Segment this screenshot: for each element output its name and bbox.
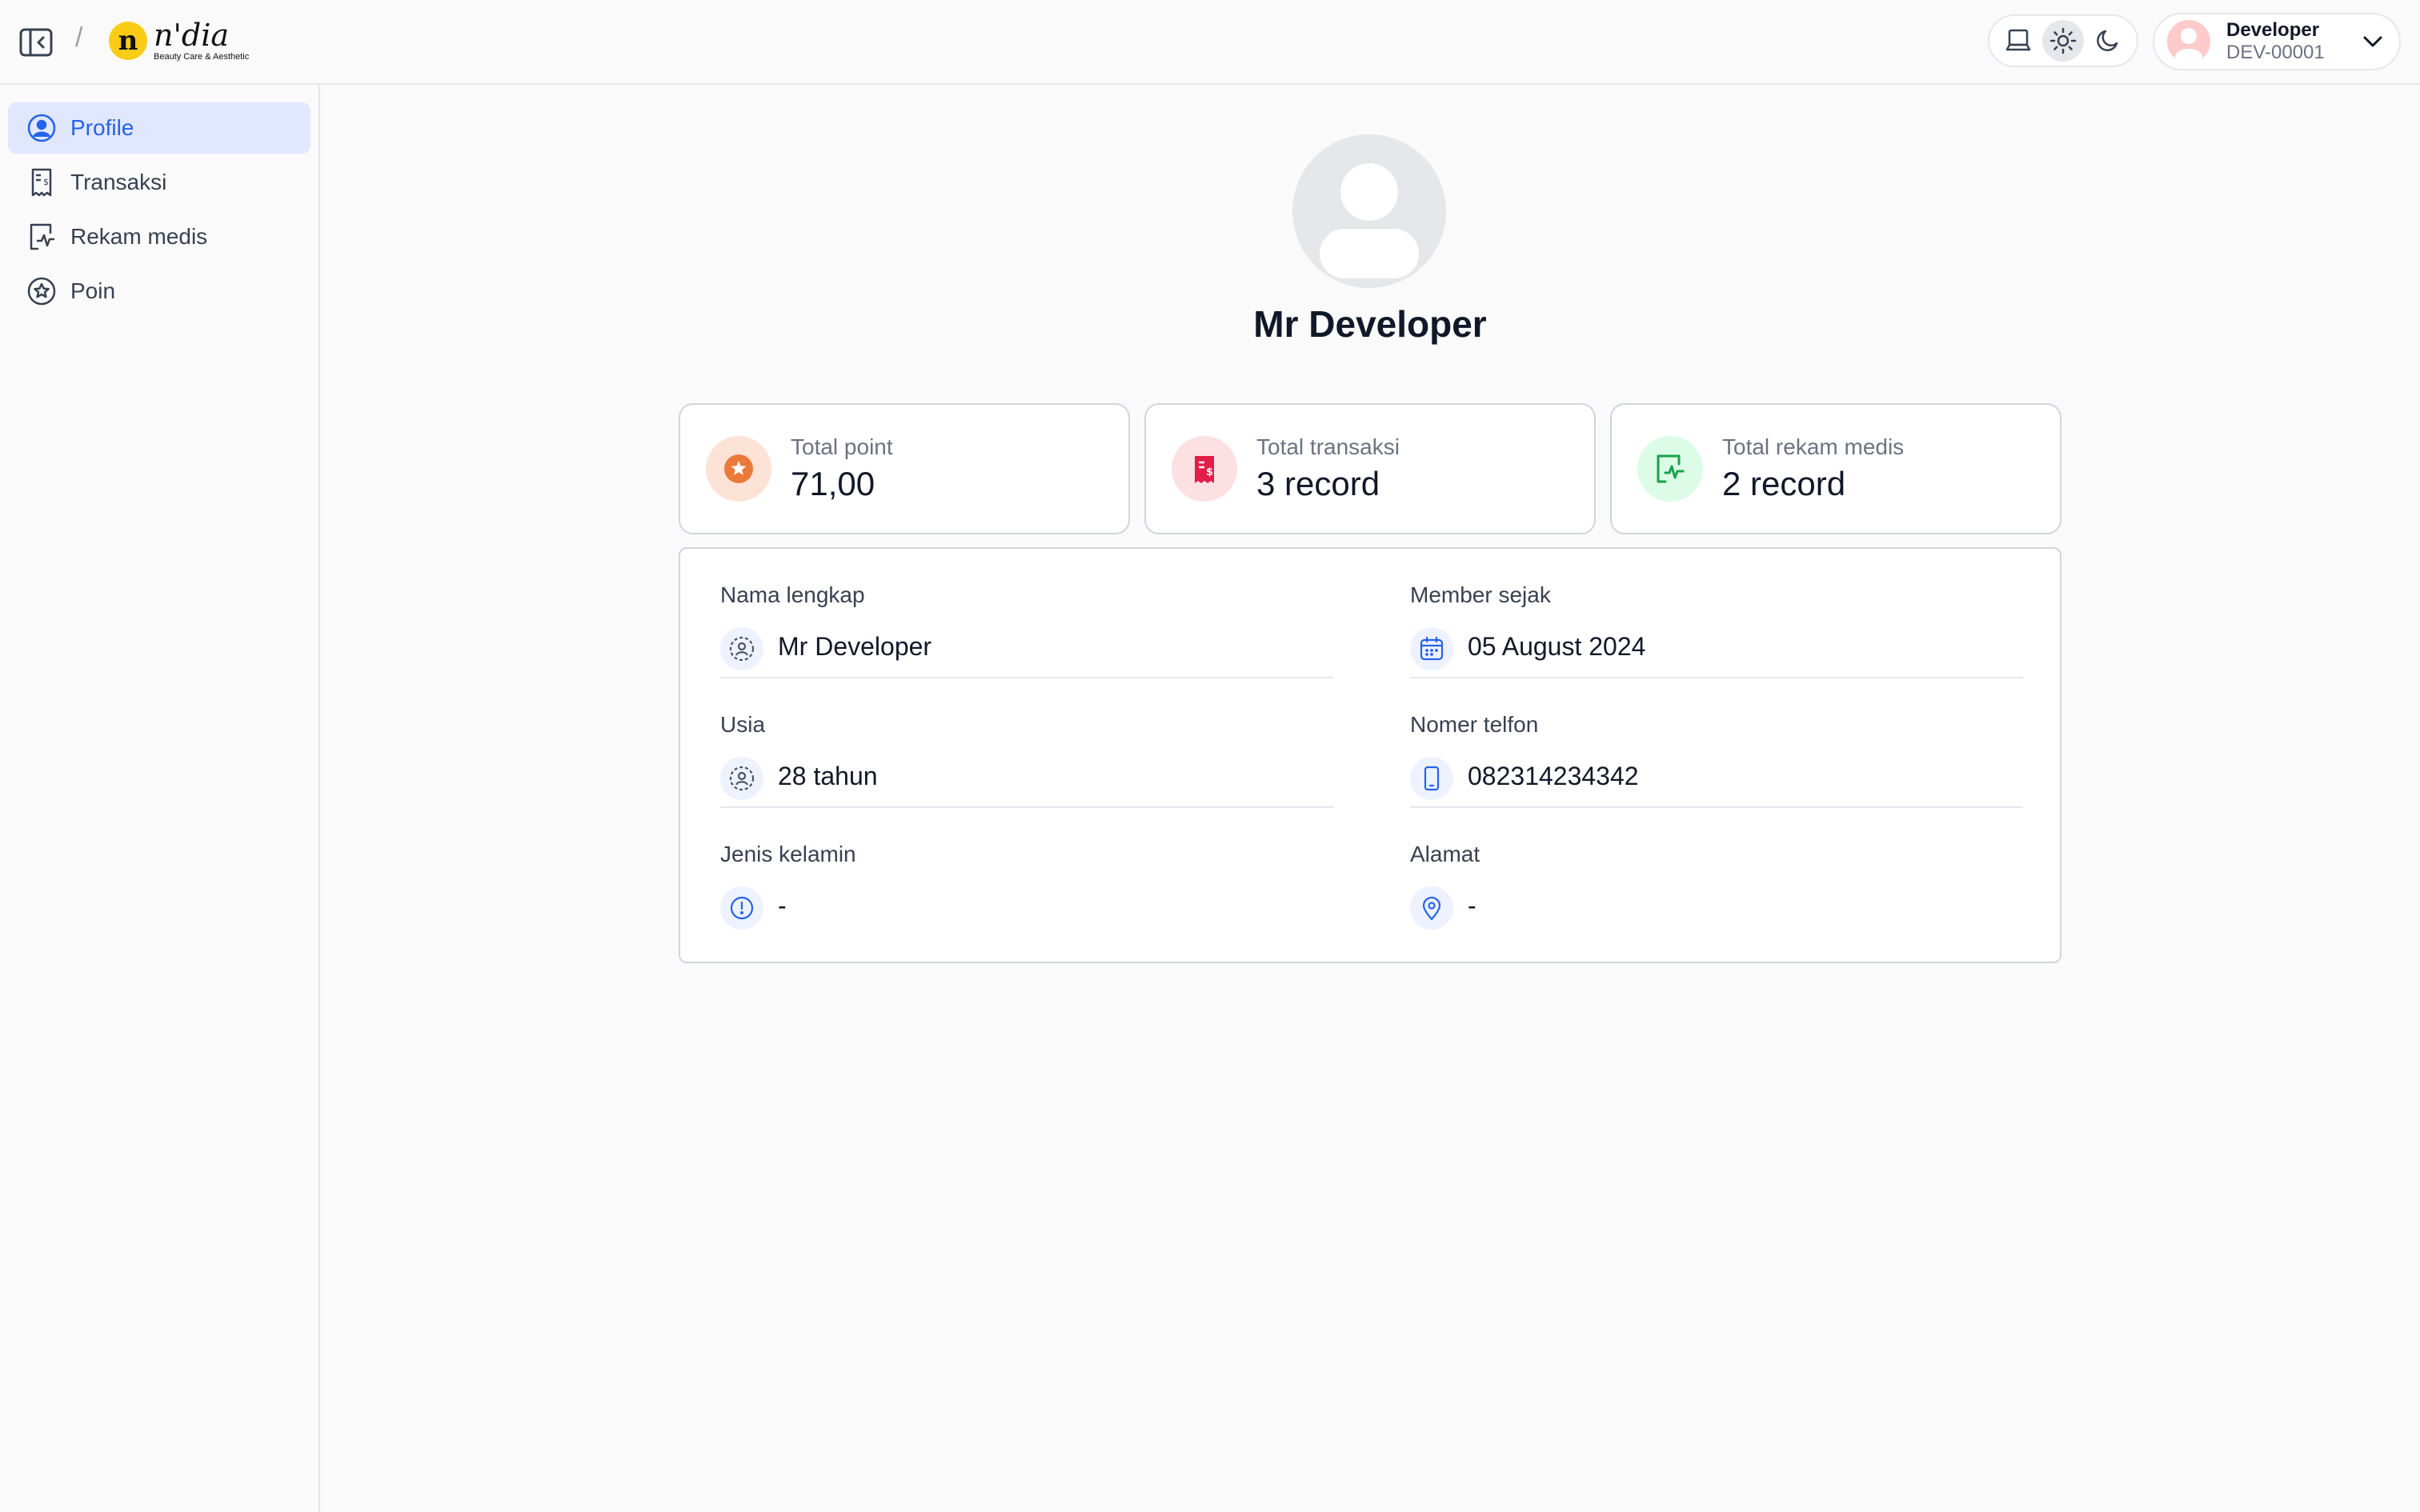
field-label: Usia	[720, 712, 766, 737]
profile-details-card: Nama lengkap Mr Developer Member sejak 0…	[679, 547, 2061, 963]
theme-system-button[interactable]	[1997, 20, 2039, 62]
star-icon	[706, 436, 771, 502]
chevron-down-icon	[2363, 36, 2382, 47]
theme-light-button[interactable]	[2042, 20, 2084, 62]
logo-tagline: Beauty Care & Aesthetic	[154, 52, 250, 62]
sidebar: Profile $ Transaksi Rekam medis Poin	[0, 85, 320, 1512]
medical-record-icon	[1637, 436, 1703, 502]
field-age: Usia 28 tahun	[720, 678, 1333, 808]
field-value: -	[1468, 891, 1476, 920]
brand-logo[interactable]: n n'dia Beauty Care & Aesthetic	[109, 16, 253, 66]
field-address: Alamat -	[1410, 808, 2023, 938]
stat-value: 2 record	[1722, 465, 1846, 502]
field-label: Member sejak	[1410, 582, 1551, 607]
receipt-icon: $	[1172, 436, 1237, 502]
user-id: DEV-00001	[2226, 42, 2325, 63]
logo-mark: n	[109, 22, 147, 60]
field-gender: Jenis kelamin -	[720, 808, 1333, 938]
user-dashed-icon	[720, 757, 763, 800]
laptop-icon	[2005, 29, 2031, 51]
svg-text:$: $	[1206, 466, 1213, 478]
stat-value: 71,00	[791, 465, 875, 502]
moon-icon	[2097, 30, 2118, 51]
receipt-icon: $	[26, 166, 58, 198]
stat-label: Total transaksi	[1256, 434, 1400, 459]
field-value: 082314234342	[1468, 762, 1639, 790]
stat-card-total-rekam-medis: Total rekam medis 2 record	[1610, 403, 2061, 534]
sidebar-item-poin[interactable]: Poin	[8, 266, 311, 317]
theme-dark-button[interactable]	[2087, 20, 2129, 62]
top-header: / n n'dia Beauty Care & Aesthetic Develo…	[0, 0, 2420, 85]
field-phone: Nomer telfon 082314234342	[1410, 678, 2023, 808]
user-circle-icon	[26, 112, 58, 144]
sidebar-item-label: Rekam medis	[70, 224, 208, 249]
stat-card-total-point: Total point 71,00	[679, 403, 1130, 534]
user-avatar	[2167, 20, 2210, 63]
user-avatar-icon	[2175, 28, 2202, 63]
user-placeholder-icon	[1320, 163, 1419, 278]
sidebar-item-label: Transaksi	[70, 170, 167, 194]
field-value: 05 August 2024	[1468, 632, 1646, 661]
sidebar-item-profile[interactable]: Profile	[8, 102, 311, 154]
user-name: Developer	[2226, 19, 2320, 41]
stat-value: 3 record	[1256, 465, 1380, 502]
user-dashed-icon	[720, 627, 763, 670]
field-value: -	[778, 891, 787, 920]
sun-icon	[2049, 27, 2077, 54]
breadcrumb-separator: /	[75, 22, 83, 53]
stat-label: Total rekam medis	[1722, 434, 1905, 459]
smartphone-icon	[1410, 757, 1453, 800]
stat-label: Total point	[791, 434, 893, 459]
theme-switch	[1988, 14, 2138, 67]
field-value: 28 tahun	[778, 762, 878, 790]
sidebar-item-label: Profile	[70, 115, 134, 140]
sidebar-item-transaksi[interactable]: $ Transaksi	[8, 157, 311, 208]
user-menu-button[interactable]: Developer DEV-00001	[2153, 13, 2401, 70]
svg-text:$: $	[43, 177, 49, 187]
field-label: Jenis kelamin	[720, 842, 856, 866]
sidebar-item-rekam-medis[interactable]: Rekam medis	[8, 211, 311, 262]
sidebar-item-label: Poin	[70, 278, 116, 303]
stat-card-total-transaksi: $ Total transaksi 3 record	[1144, 403, 1596, 534]
medical-record-icon	[26, 221, 58, 253]
panel-left-icon	[19, 28, 53, 57]
field-value: Mr Developer	[778, 632, 932, 661]
logo-wordmark: n'dia	[154, 18, 230, 53]
field-label: Nomer telfon	[1410, 712, 1539, 737]
field-label: Nama lengkap	[720, 582, 865, 607]
star-badge-icon	[26, 275, 58, 307]
profile-avatar	[1292, 134, 1446, 288]
field-full-name: Nama lengkap Mr Developer	[720, 549, 1333, 678]
map-pin-icon	[1410, 886, 1453, 930]
sidebar-toggle-button[interactable]	[18, 24, 54, 61]
profile-name: Mr Developer	[1253, 303, 1487, 345]
alert-circle-icon	[720, 886, 763, 930]
field-member-since: Member sejak 05 August 2024	[1410, 549, 2023, 678]
field-label: Alamat	[1410, 842, 1480, 866]
calendar-icon	[1410, 627, 1453, 670]
